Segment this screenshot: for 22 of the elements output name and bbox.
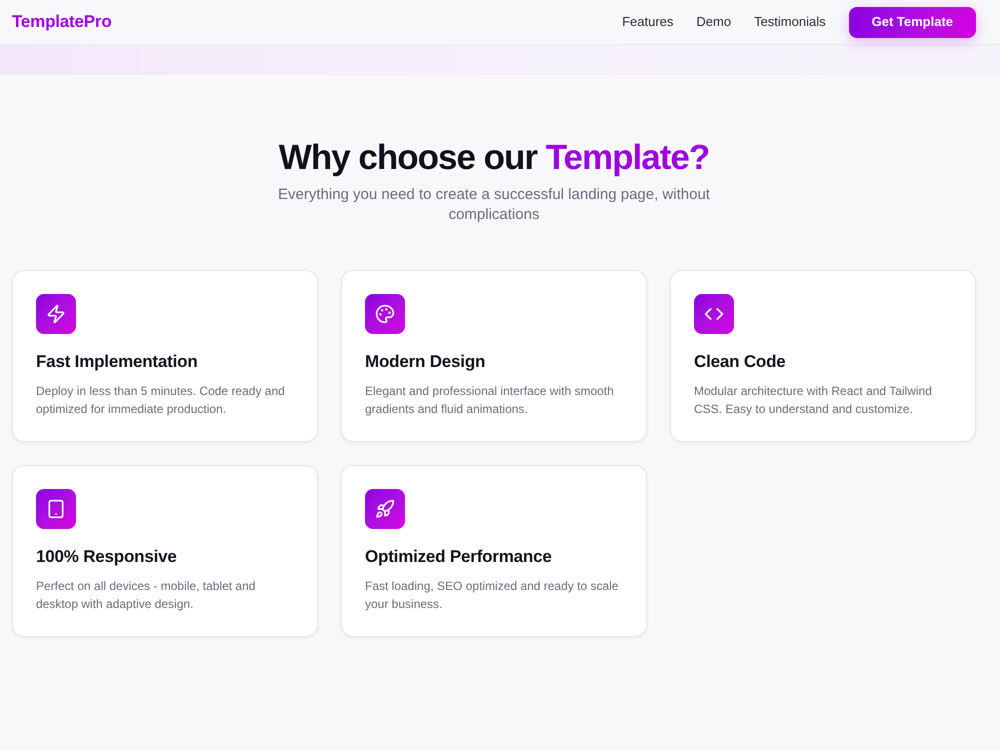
feature-title: Optimized Performance [365, 546, 553, 568]
code-brackets-icon [694, 294, 734, 334]
feature-description: Fast loading, SEO optimized and ready to scale your business. [365, 578, 620, 613]
feature-description: Perfect on all devices - mobile, tablet and desktop with adaptive design. [36, 578, 256, 613]
feature-title: Clean Code [694, 351, 787, 373]
nav-link[interactable]: Demo [696, 12, 732, 32]
nav-link[interactable]: Features [622, 12, 674, 32]
section-subtitle: Everything you need to create a successful landing page, without complications [277, 185, 711, 225]
feature-description: Elegant and professional interface with smooth gradients and fluid animations. [365, 383, 615, 418]
feature-title: Fast Implementation [36, 351, 199, 373]
feature-description: Deploy in less than 5 minutes. Code ready and optimized for immediate production. [36, 383, 286, 418]
lightning-icon [36, 294, 76, 334]
section-heading: Why choose our Template? [278, 137, 710, 179]
nav-link[interactable]: Testimonials [754, 12, 826, 32]
get-template-button[interactable]: Get Template [848, 6, 976, 38]
feature-title: Modern Design [365, 351, 486, 373]
feature-title: 100% Responsive [36, 546, 178, 568]
feature-description: Modular architecture with React and Tailwind CSS. Easy to understand and customize. [694, 383, 933, 418]
palette-icon [365, 294, 405, 334]
rocket-icon [365, 489, 405, 529]
tablet-icon [36, 489, 76, 529]
logo[interactable]: TemplatePro [12, 9, 112, 35]
